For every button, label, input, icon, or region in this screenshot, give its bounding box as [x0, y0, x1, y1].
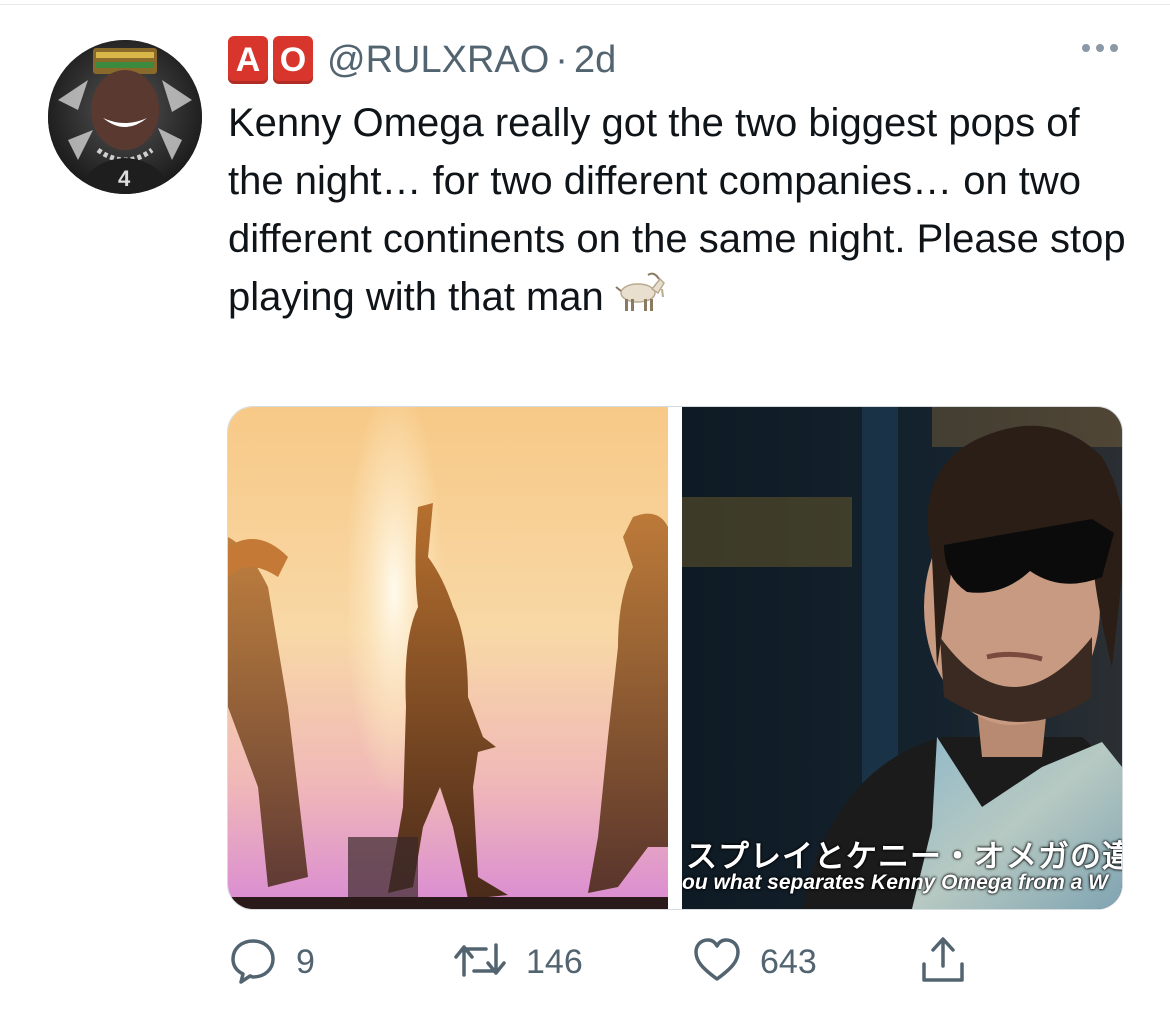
action-bar: 9 146 643: [228, 934, 988, 990]
name-badge-o[interactable]: O: [273, 36, 313, 84]
reply-button[interactable]: 9: [228, 934, 315, 990]
like-button[interactable]: 643: [692, 934, 817, 990]
top-divider: [0, 4, 1170, 5]
heart-icon: [692, 935, 742, 990]
media-grid: スプレイとケニー・オメガの違い ou what separates Kenny …: [227, 406, 1123, 910]
retweet-button[interactable]: 146: [452, 934, 583, 990]
image-stage-silhouettes[interactable]: [228, 407, 668, 909]
svg-text:4: 4: [118, 166, 131, 191]
subtitle-japanese: スプレイとケニー・オメガの違い: [686, 839, 1122, 874]
share-icon: [918, 934, 968, 991]
image-interview[interactable]: スプレイとケニー・オメガの違い ou what separates Kenny …: [682, 407, 1122, 909]
subtitle-english: ou what separates Kenny Omega from a W: [682, 871, 1108, 894]
name-badge-a[interactable]: A: [228, 36, 268, 84]
user-handle[interactable]: @RULXRAO: [327, 39, 549, 82]
reply-icon: [228, 935, 278, 990]
retweet-icon: [452, 935, 508, 990]
more-options-icon[interactable]: [1082, 44, 1118, 52]
tweet-body: Kenny Omega really got the two biggest p…: [228, 101, 1126, 319]
tweet-header: A O @RULXRAO · 2d: [228, 34, 616, 86]
reply-count: 9: [296, 942, 315, 981]
separator: ·: [555, 38, 568, 81]
goat-emoji-icon: [614, 269, 666, 329]
retweet-count: 146: [526, 942, 583, 981]
avatar[interactable]: 4: [48, 40, 202, 194]
like-count: 643: [760, 942, 817, 981]
timestamp[interactable]: 2d: [574, 39, 616, 82]
tweet-text: Kenny Omega really got the two biggest p…: [228, 94, 1128, 329]
share-button[interactable]: [918, 934, 968, 990]
